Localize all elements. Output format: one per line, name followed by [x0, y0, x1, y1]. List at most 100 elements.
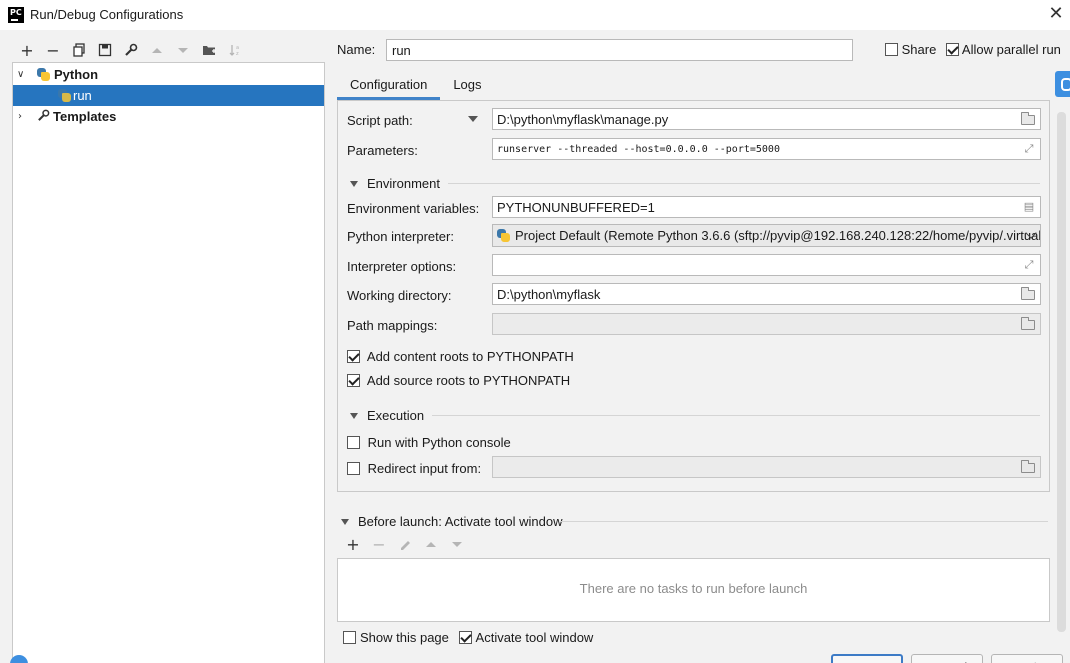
wrench-icon [37, 109, 51, 125]
scrollbar-thumb[interactable] [1057, 112, 1066, 632]
section-divider [447, 183, 1040, 184]
section-divider [432, 415, 1040, 416]
tree-item-templates[interactable]: › Templates [13, 106, 324, 127]
chevron-down-icon[interactable]: ∨ [17, 69, 24, 80]
move-down-icon[interactable] [170, 40, 196, 60]
edit-defaults-icon[interactable] [118, 40, 144, 60]
save-icon[interactable] [92, 40, 118, 60]
tree-item-run[interactable]: run [13, 85, 324, 106]
configuration-panel: Script path: D:\python\myflask\manage.py… [337, 100, 1050, 492]
script-path-field[interactable]: D:\python\myflask\manage.py [492, 108, 1041, 130]
move-up-icon[interactable] [144, 40, 170, 60]
execution-section[interactable]: Execution [350, 408, 1040, 423]
allow-parallel-check[interactable] [946, 43, 959, 56]
working-dir-value: D:\python\myflask [497, 287, 601, 302]
collapse-icon[interactable] [350, 180, 358, 187]
script-path-label: Script path: [347, 113, 413, 128]
sort-icon[interactable]: az [222, 40, 248, 60]
script-path-value: D:\python\myflask\manage.py [497, 112, 669, 127]
edit-icon[interactable] [392, 534, 418, 554]
tree-toolbar: + − az [14, 40, 248, 60]
redirect-input-check[interactable] [347, 462, 360, 475]
folder-icon[interactable] [1021, 460, 1035, 473]
close-icon[interactable]: ✕ [1046, 4, 1066, 24]
share-check[interactable] [885, 43, 898, 56]
link-icon[interactable] [1055, 71, 1070, 97]
tab-configuration[interactable]: Configuration [337, 70, 441, 100]
python-console-checkbox[interactable]: Run with Python console [347, 435, 511, 450]
tab-logs[interactable]: Logs [440, 70, 494, 100]
svg-text:z: z [236, 51, 239, 57]
move-down-icon[interactable] [444, 534, 470, 554]
tree-item-python[interactable]: ∨ Python [13, 64, 324, 85]
execution-section-title: Execution [367, 408, 425, 423]
window-title: Run/Debug Configurations [30, 7, 184, 22]
env-vars-field[interactable]: PYTHONUNBUFFERED=1 ▤ [492, 196, 1041, 218]
parameters-field[interactable]: runserver --threaded --host=0.0.0.0 --po… [492, 138, 1041, 160]
add-icon[interactable]: + [340, 534, 366, 554]
show-page-check[interactable] [343, 631, 356, 644]
environment-section-title: Environment [367, 176, 440, 191]
before-launch-title: Before launch: Activate tool window [358, 514, 563, 529]
folder-icon[interactable] [1021, 112, 1035, 125]
name-input[interactable]: run [386, 39, 853, 61]
allow-parallel-checkbox[interactable]: Allow parallel run [946, 42, 1061, 57]
content-roots-check[interactable] [347, 350, 360, 363]
environment-section[interactable]: Environment [350, 176, 1040, 191]
redirect-input-checkbox[interactable]: Redirect input from: [347, 461, 481, 476]
source-roots-label: Add source roots to PYTHONPATH [366, 373, 571, 388]
add-icon[interactable]: + [14, 40, 40, 60]
env-vars-label: Environment variables: [347, 201, 480, 216]
copy-icon[interactable] [66, 40, 92, 60]
python-run-icon [58, 89, 71, 102]
share-checkbox[interactable]: Share [885, 42, 936, 57]
redirect-input-label: Redirect input from: [367, 461, 482, 476]
python-console-check[interactable] [347, 436, 360, 449]
activate-tool-window-check[interactable] [458, 631, 472, 644]
interpreter-value: Project Default (Remote Python 3.6.6 (sf… [515, 228, 1041, 243]
tree-item-label: Templates [53, 109, 117, 124]
apply-button[interactable]: Apply [991, 654, 1063, 663]
path-mappings-field[interactable] [492, 313, 1041, 335]
parameters-value: runserver --threaded --host=0.0.0.0 --po… [497, 144, 780, 155]
interp-options-label: Interpreter options: [347, 259, 457, 274]
empty-tasks-text: There are no tasks to run before launch [579, 581, 808, 596]
folder-icon[interactable] [1021, 317, 1035, 330]
before-launch-options: Show this page Activate tool window [343, 630, 593, 645]
move-up-icon[interactable] [418, 534, 444, 554]
configuration-tree[interactable]: ∨ Python run › Templates [12, 62, 325, 663]
folder-icon[interactable] [196, 40, 222, 60]
before-launch-section[interactable]: Before launch: Activate tool window [341, 514, 563, 529]
content-roots-checkbox[interactable]: Add content roots to PYTHONPATH [347, 349, 574, 364]
allow-parallel-label: Allow parallel run [961, 42, 1061, 57]
remove-icon[interactable]: − [40, 40, 66, 60]
collapse-icon[interactable] [341, 518, 349, 525]
ok-button[interactable]: OK [831, 654, 903, 663]
dialog-body: + − az ∨ Python run › Templates Name: ru… [0, 30, 1070, 663]
before-launch-task-list[interactable]: There are no tasks to run before launch [337, 558, 1050, 622]
list-icon[interactable]: ▤ [1022, 201, 1036, 213]
source-roots-checkbox[interactable]: Add source roots to PYTHONPATH [347, 373, 570, 388]
path-mappings-label: Path mappings: [347, 318, 438, 333]
vertical-scrollbar[interactable] [1055, 71, 1070, 632]
interpreter-label: Python interpreter: [347, 229, 454, 244]
chevron-right-icon[interactable]: › [18, 111, 22, 122]
expand-icon[interactable]: ⤢ [1022, 259, 1036, 271]
expand-icon[interactable]: ⤢ [1022, 143, 1036, 155]
working-dir-label: Working directory: [347, 288, 452, 303]
python-icon [497, 229, 510, 242]
interp-options-field[interactable]: ⤢ [492, 254, 1041, 276]
env-vars-value: PYTHONUNBUFFERED=1 [497, 200, 655, 215]
interpreter-select[interactable]: Project Default (Remote Python 3.6.6 (sf… [492, 224, 1041, 247]
collapse-icon[interactable] [350, 412, 358, 419]
remove-icon[interactable]: − [366, 534, 392, 554]
cancel-button[interactable]: Cancel [911, 654, 983, 663]
redirect-input-field[interactable] [492, 456, 1041, 478]
show-page-label: Show this page [360, 630, 449, 645]
tab-strip: Configuration Logs [337, 70, 495, 100]
script-type-dropdown-icon[interactable] [468, 116, 478, 122]
source-roots-check[interactable] [347, 374, 360, 387]
folder-icon[interactable] [1021, 287, 1035, 300]
activate-tool-window-label: Activate tool window [475, 630, 594, 645]
working-dir-field[interactable]: D:\python\myflask [492, 283, 1041, 305]
